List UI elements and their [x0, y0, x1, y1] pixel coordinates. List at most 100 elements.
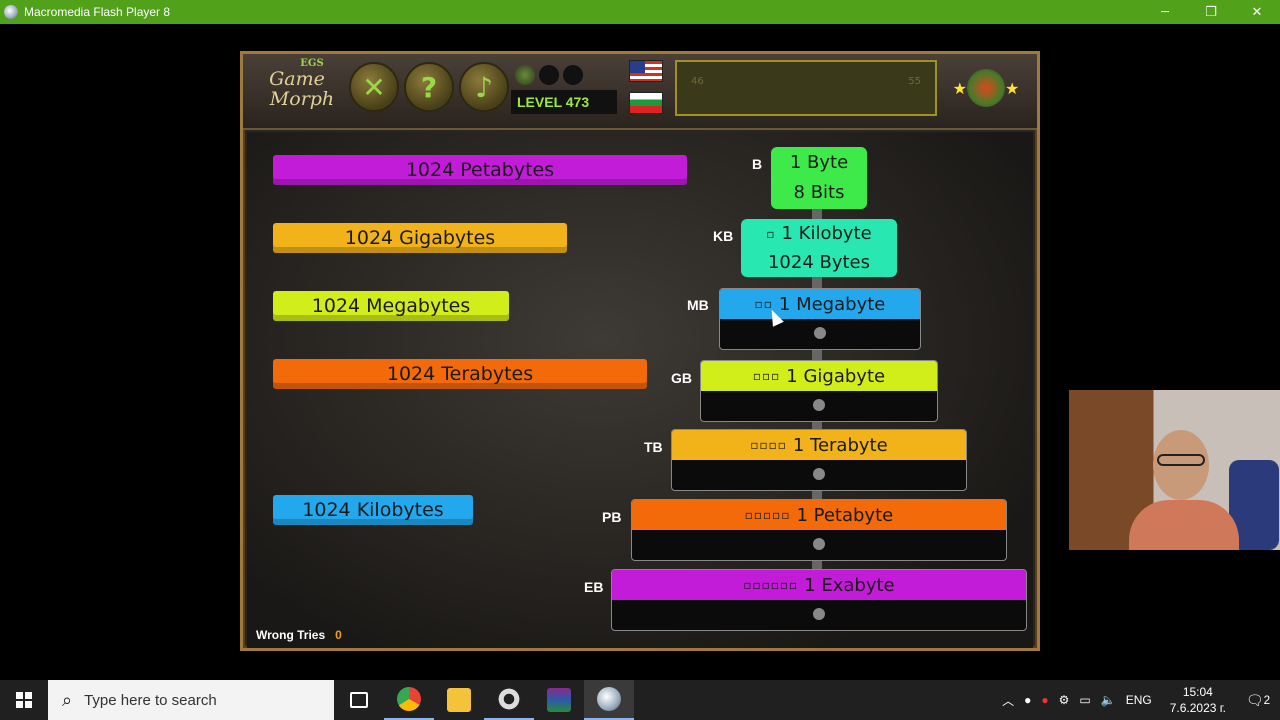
window-title: Macromedia Flash Player 8 — [24, 5, 171, 19]
unit-title-text: 1 Byte — [789, 151, 849, 173]
unit-title-text: 1 Gigabyte — [786, 365, 886, 387]
clock-time: 15:04 — [1182, 685, 1213, 699]
winrar-icon — [547, 688, 571, 712]
unit-slot-byte[interactable]: 1 Byte 8 Bits — [771, 147, 867, 209]
unit-title: ▫▫▫▫▫▫ 1 Exabyte — [612, 570, 1026, 600]
task-view-button[interactable] — [334, 680, 384, 720]
unit-prefix-eb: EB — [584, 579, 604, 595]
network-icon[interactable]: ▭ — [1079, 693, 1090, 707]
notifications-button[interactable]: 🗨 2 — [1244, 686, 1272, 714]
windows-taskbar: ⌕ Type here to search ︿ ● ● ⚙ ▭ 🔈 ENG 15… — [0, 680, 1280, 720]
unit-slot-megabyte[interactable]: ▫▫ 1 Megabyte — [719, 288, 921, 350]
microphone-icon[interactable]: ● — [1024, 693, 1031, 707]
progress-dot — [515, 65, 535, 85]
search-placeholder: Type here to search — [84, 691, 217, 709]
volume-icon[interactable]: 🔈 — [1101, 693, 1116, 707]
wrong-tries-count: 0 — [335, 628, 342, 642]
answer-label: 1024 Petabytes — [405, 159, 555, 181]
flash-player-icon — [597, 687, 621, 711]
wrong-tries-label: Wrong Tries — [256, 628, 326, 642]
star-icon: ★ — [1005, 78, 1020, 98]
drop-target-knob — [813, 399, 825, 411]
answer-bar-kilobytes[interactable]: 1024 Kilobytes — [273, 495, 473, 525]
chevron-up-icon[interactable]: ︿ — [1002, 692, 1014, 709]
chrome-icon — [397, 687, 421, 711]
progress-dot — [539, 65, 559, 85]
game-morph-logo[interactable]: EGS Game Morph — [251, 58, 343, 122]
logo-line-1: Game — [269, 68, 325, 90]
drop-target-knob — [814, 327, 826, 339]
bulgarian-flag-icon[interactable] — [629, 92, 663, 114]
level-map-preview[interactable]: 46 55 — [675, 60, 937, 116]
system-tray: ︿ ● ● ⚙ ▭ 🔈 ENG 15:04 7.6.2023 г. 🗨 2 — [1002, 684, 1280, 716]
windows-logo-icon — [16, 692, 32, 708]
game-toolbar: EGS Game Morph ✕ ? ♪ LEVEL 473 46 55 ★ ★ — [243, 54, 1037, 130]
taskbar-search-box[interactable]: ⌕ Type here to search — [48, 680, 334, 720]
music-button[interactable]: ♪ — [459, 62, 509, 112]
music-note-icon: ♪ — [475, 70, 493, 104]
drop-target-knob — [813, 608, 825, 620]
unit-marks: ▫▫ — [754, 297, 773, 311]
antivirus-icon[interactable]: ● — [1041, 693, 1048, 707]
achievements-button[interactable]: ★ ★ — [949, 62, 1023, 114]
unit-prefix-kb: KB — [713, 228, 734, 244]
task-view-icon — [350, 692, 368, 708]
webcam-person — [1129, 420, 1239, 550]
unit-subtitle: 8 Bits — [793, 181, 845, 203]
clock-date: 7.6.2023 г. — [1169, 701, 1226, 715]
search-icon: ⌕ — [62, 689, 73, 710]
start-button[interactable] — [0, 680, 48, 720]
answer-bar-gigabytes[interactable]: 1024 Gigabytes — [273, 223, 567, 253]
answer-label: 1024 Gigabytes — [344, 227, 496, 249]
obs-icon — [497, 687, 521, 711]
unit-slot-gigabyte[interactable]: ▫▫▫ 1 Gigabyte — [700, 360, 938, 422]
unit-title-text: 1 Exabyte — [804, 574, 895, 596]
answer-bar-petabytes[interactable]: 1024 Petabytes — [273, 155, 687, 185]
progress-dots — [515, 65, 583, 85]
drop-target-knob — [813, 468, 825, 480]
unit-title: ▫▫▫ 1 Gigabyte — [701, 361, 937, 391]
window-titlebar[interactable]: Macromedia Flash Player 8 ─ ❐ ✕ — [0, 0, 1280, 24]
unit-slot-exabyte[interactable]: ▫▫▫▫▫▫ 1 Exabyte — [611, 569, 1027, 631]
unit-slot-terabyte[interactable]: ▫▫▫▫ 1 Terabyte — [671, 429, 967, 491]
restore-button[interactable]: ❐ — [1188, 0, 1234, 24]
us-flag-icon[interactable] — [629, 60, 663, 82]
help-button[interactable]: ? — [404, 62, 454, 112]
taskbar-obs[interactable] — [484, 680, 534, 720]
unit-title-text: 1 Terabyte — [792, 434, 888, 456]
taskbar-chrome[interactable] — [384, 680, 434, 720]
close-button[interactable]: ✕ — [1234, 0, 1280, 24]
answer-label: 1024 Terabytes — [386, 363, 534, 385]
logo-line-2: Morph — [269, 88, 335, 110]
unit-prefix-b: B — [752, 156, 763, 172]
unit-marks: ▫▫▫▫▫▫ — [743, 578, 799, 592]
unit-prefix-mb: MB — [687, 297, 709, 313]
folder-icon — [447, 688, 471, 712]
unit-slot-petabyte[interactable]: ▫▫▫▫▫ 1 Petabyte — [631, 499, 1007, 561]
unit-title: ▫▫ 1 Megabyte — [720, 289, 920, 319]
unit-slot-kilobyte[interactable]: ▫ 1 Kilobyte 1024 Bytes — [741, 219, 897, 277]
notification-count: 2 — [1263, 693, 1271, 707]
taskbar-winrar[interactable] — [534, 680, 584, 720]
crossed-tools-icon: ✕ — [362, 70, 386, 104]
unit-title: ▫▫▫▫ 1 Terabyte — [672, 430, 966, 460]
taskbar-flash-player[interactable] — [584, 680, 634, 720]
drop-target-knob — [813, 538, 825, 550]
taskbar-clock[interactable]: 15:04 7.6.2023 г. — [1170, 684, 1226, 716]
level-indicator: LEVEL 473 — [511, 90, 617, 114]
unit-marks: ▫▫▫▫ — [750, 438, 787, 452]
gear-icon[interactable]: ⚙ — [1059, 693, 1070, 707]
answer-bar-megabytes[interactable]: 1024 Megabytes — [273, 291, 509, 321]
answer-label: 1024 Kilobytes — [302, 499, 444, 521]
question-icon: ? — [420, 70, 438, 104]
answer-bar-terabytes[interactable]: 1024 Terabytes — [273, 359, 647, 389]
minimize-button[interactable]: ─ — [1142, 0, 1188, 24]
taskbar-file-explorer[interactable] — [434, 680, 484, 720]
webcam-person-body — [1129, 500, 1239, 550]
language-indicator[interactable]: ENG — [1126, 693, 1152, 707]
unit-marks: ▫▫▫ — [752, 369, 781, 383]
map-number: 46 — [691, 76, 704, 87]
flash-player-icon — [4, 5, 18, 19]
achievement-badge-icon — [967, 69, 1005, 107]
tools-button[interactable]: ✕ — [349, 62, 399, 112]
